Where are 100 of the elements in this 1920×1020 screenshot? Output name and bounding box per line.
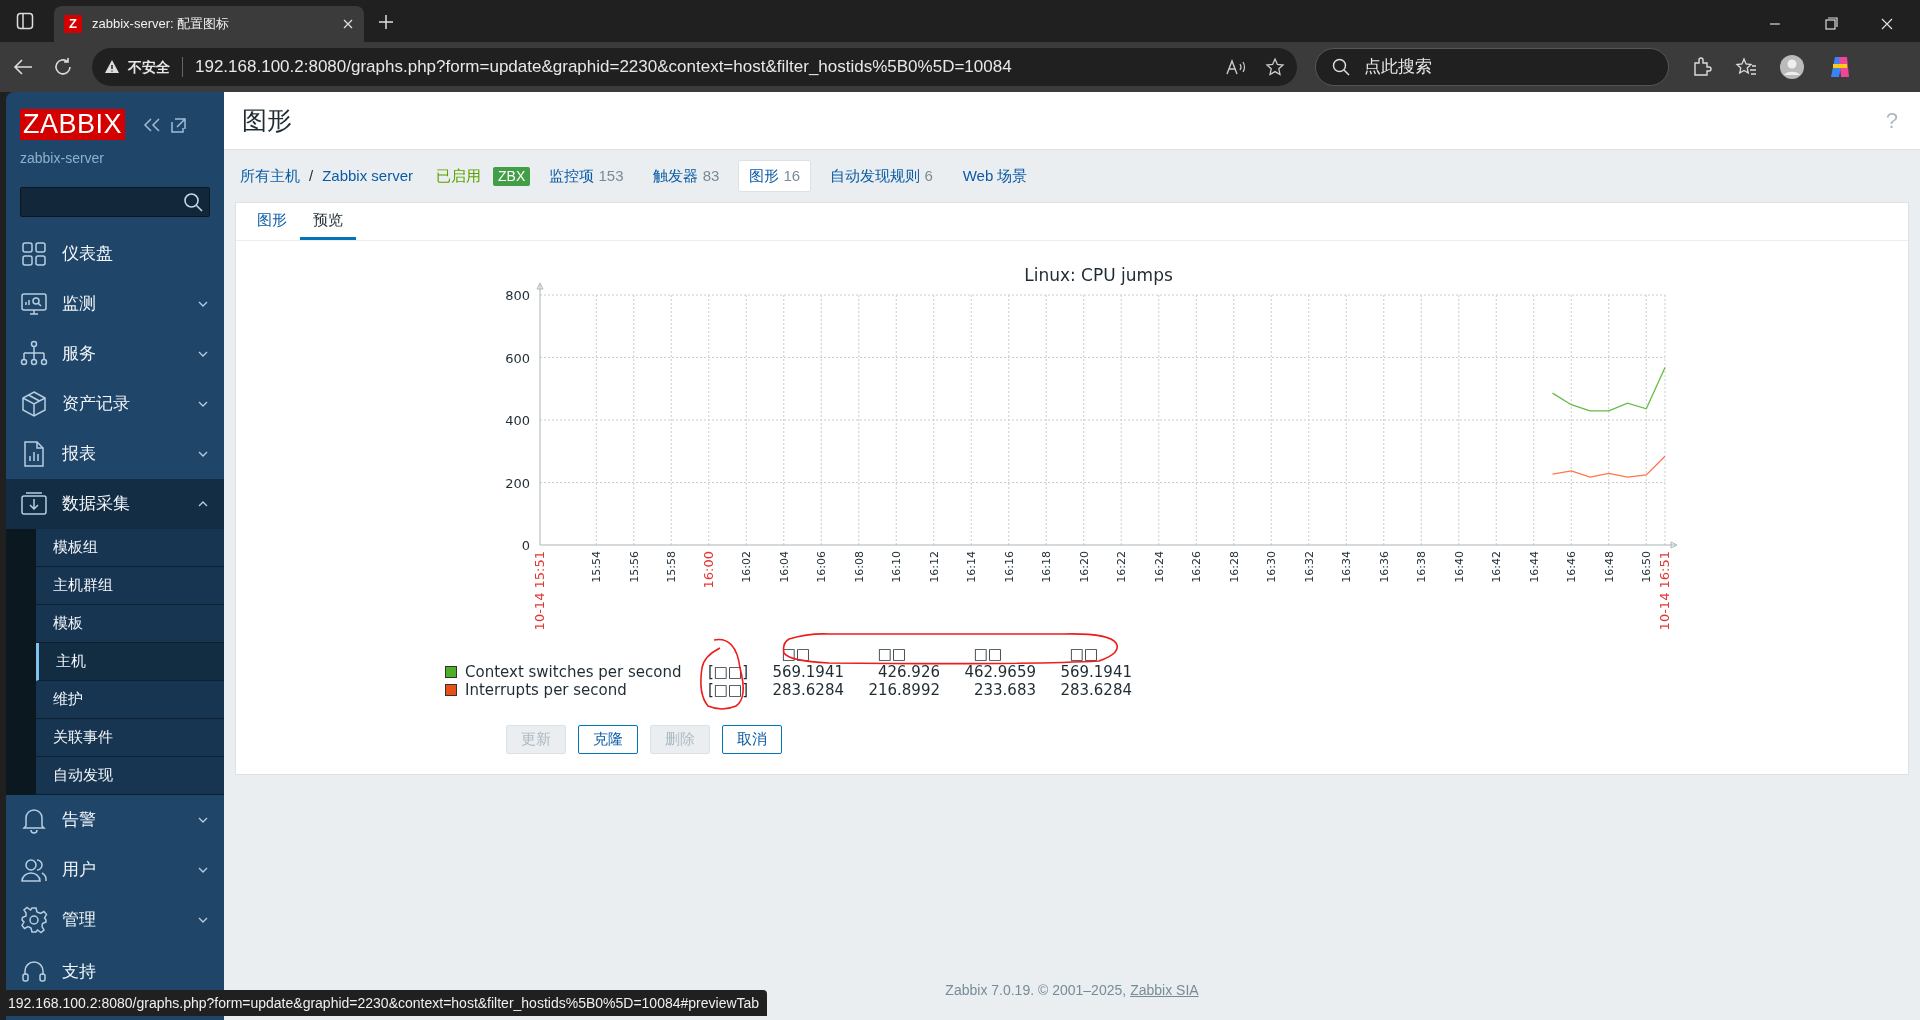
menu-item[interactable]: 数据采集 — [6, 479, 224, 529]
form-button[interactable]: 取消 — [722, 725, 782, 754]
x-tick-label: 16:14 — [965, 551, 979, 583]
x-tick-label: 15:56 — [627, 551, 641, 583]
y-tick-label: 0 — [521, 538, 530, 553]
x-tick-label: 10-14 15:51 — [532, 551, 547, 631]
page-title: 图形 — [242, 104, 293, 136]
y-tick-label: 800 — [505, 288, 530, 303]
legend-value: 283.6284 — [1059, 681, 1132, 699]
x-tick-label: 10-14 16:51 — [1657, 551, 1672, 631]
x-tick-label: 16:16 — [1002, 551, 1016, 583]
submenu-item[interactable]: 关联事件 — [36, 719, 224, 757]
browser-tab[interactable]: Z zabbix-server: 配置图标 — [54, 6, 364, 42]
legend-label: Context switches per second — [465, 663, 682, 681]
x-tick-label: 16:00 — [700, 551, 716, 589]
back-icon[interactable] — [12, 57, 34, 77]
avatar-icon[interactable] — [1779, 54, 1805, 80]
breadcrumb-link[interactable]: Zabbix server — [319, 164, 417, 188]
search-icon — [183, 192, 203, 212]
legend-header: □□ — [972, 645, 1004, 663]
hierarchy-icon — [20, 340, 48, 368]
x-tick-label: 16:12 — [927, 551, 941, 583]
popout-icon[interactable] — [169, 115, 188, 134]
security-label: 不安全 — [128, 57, 170, 77]
x-tick-label: 16:20 — [1077, 551, 1091, 583]
menu-item[interactable]: 资产记录 — [6, 379, 224, 429]
x-tick-label: 16:10 — [890, 551, 904, 583]
submenu-item[interactable]: 模板 — [36, 605, 224, 643]
x-tick-label: 16:24 — [1152, 551, 1166, 583]
server-name: zabbix-server — [19, 149, 106, 168]
legend-value: 569.1941 — [771, 663, 844, 681]
x-tick-label: 16:38 — [1415, 551, 1429, 583]
x-tick-label: 16:46 — [1565, 551, 1579, 583]
host-nav-link[interactable]: 图形 16 — [738, 159, 812, 193]
host-nav-link[interactable]: Web 场景 — [951, 159, 1039, 193]
x-tick-label: 16:22 — [1115, 551, 1129, 583]
read-aloud-icon — [1225, 58, 1247, 76]
x-tick-label: 16:48 — [1602, 551, 1616, 583]
host-nav-link[interactable]: 触发器 83 — [642, 159, 731, 193]
url-text: 192.168.100.2:8080/graphs.php?form=update&graphid=2230&context=host&filter_hostids%5B0%5D=10084 — [195, 56, 1013, 79]
legend-value: 569.1941 — [1059, 663, 1132, 681]
x-tick-label: 16:36 — [1377, 551, 1391, 583]
agent-badge: ZBX — [493, 166, 531, 186]
legend-value: 462.9659 — [963, 663, 1036, 681]
favicon-logo: Z — [64, 15, 82, 33]
tab[interactable]: 预览 — [300, 208, 356, 240]
window-icon — [16, 12, 34, 30]
tab[interactable]: 图形 — [244, 208, 300, 240]
submenu-item[interactable]: 自动发现 — [36, 757, 224, 795]
x-tick-label: 16:30 — [1265, 551, 1279, 583]
menu-item[interactable]: 报表 — [6, 429, 224, 479]
x-tick-label: 16:04 — [777, 551, 791, 583]
collapse-icon[interactable] — [143, 116, 162, 133]
legend-header: □□ — [876, 645, 908, 663]
x-tick-label: 16:42 — [1490, 551, 1504, 583]
submenu-item[interactable]: 主机 — [36, 643, 224, 681]
x-tick-label: 15:58 — [665, 551, 679, 583]
menu-item[interactable]: 仪表盘 — [6, 229, 224, 279]
x-tick-label: 16:06 — [815, 551, 829, 583]
search-icon — [1332, 58, 1350, 76]
legend-value: 426.926 — [876, 663, 940, 681]
refresh-icon[interactable] — [52, 56, 74, 78]
favorites-icon[interactable] — [1735, 56, 1757, 78]
star-icon[interactable] — [1265, 57, 1285, 77]
download-icon — [20, 490, 48, 518]
x-tick-label: 15:54 — [590, 551, 604, 583]
address-bar[interactable]: 不安全 192.168.100.2:8080/graphs.php?form=update&graphid=2230&context=host&filter_hostids%5B0%5D=10084 — [92, 48, 1297, 86]
monitor-icon — [20, 290, 48, 318]
plus-icon[interactable] — [378, 14, 394, 30]
menu-item[interactable]: 管理 — [6, 895, 224, 945]
x-tick-label: 16:26 — [1190, 551, 1204, 583]
tab-title: zabbix-server: 配置图标 — [92, 15, 231, 34]
settings-icon — [20, 906, 48, 934]
breadcrumb-link[interactable]: 所有主机 — [237, 164, 303, 188]
y-tick-label: 600 — [505, 350, 530, 366]
menu-item[interactable]: 监测 — [6, 279, 224, 329]
legend-value: 233.683 — [972, 681, 1036, 699]
submenu-item[interactable]: 维护 — [36, 681, 224, 719]
y-tick-label: 200 — [505, 475, 530, 491]
legend-value: 216.8992 — [867, 681, 940, 699]
logo: ZABBIX — [20, 109, 126, 140]
menu-item[interactable]: 告警 — [6, 795, 224, 845]
host-nav-link[interactable]: 自动发现规则 6 — [819, 159, 944, 193]
submenu-item[interactable]: 模板组 — [36, 529, 224, 567]
x-tick-label: 16:40 — [1452, 551, 1466, 583]
host-nav-link[interactable]: 监控项 153 — [538, 159, 635, 193]
search-field[interactable]: 点此搜索 — [1315, 48, 1669, 86]
puzzle-icon[interactable] — [1691, 56, 1713, 78]
menu-item[interactable]: 服务 — [6, 329, 224, 379]
close-icon[interactable] — [342, 18, 354, 30]
menu-item[interactable]: 用户 — [6, 845, 224, 895]
breadcrumb-separator: / — [308, 165, 315, 186]
form-button[interactable]: 克隆 — [578, 725, 638, 754]
x-tick-label: 16:28 — [1227, 551, 1241, 583]
x-tick-label: 16:44 — [1527, 551, 1541, 583]
search-field[interactable] — [20, 187, 210, 217]
x-tick-label: 16:02 — [740, 551, 754, 583]
x-tick-label: 16:34 — [1340, 551, 1354, 583]
submenu-item[interactable]: 主机群组 — [36, 567, 224, 605]
footer-text: Zabbix 7.0.19. © 2001–2025, — [945, 981, 1127, 1000]
